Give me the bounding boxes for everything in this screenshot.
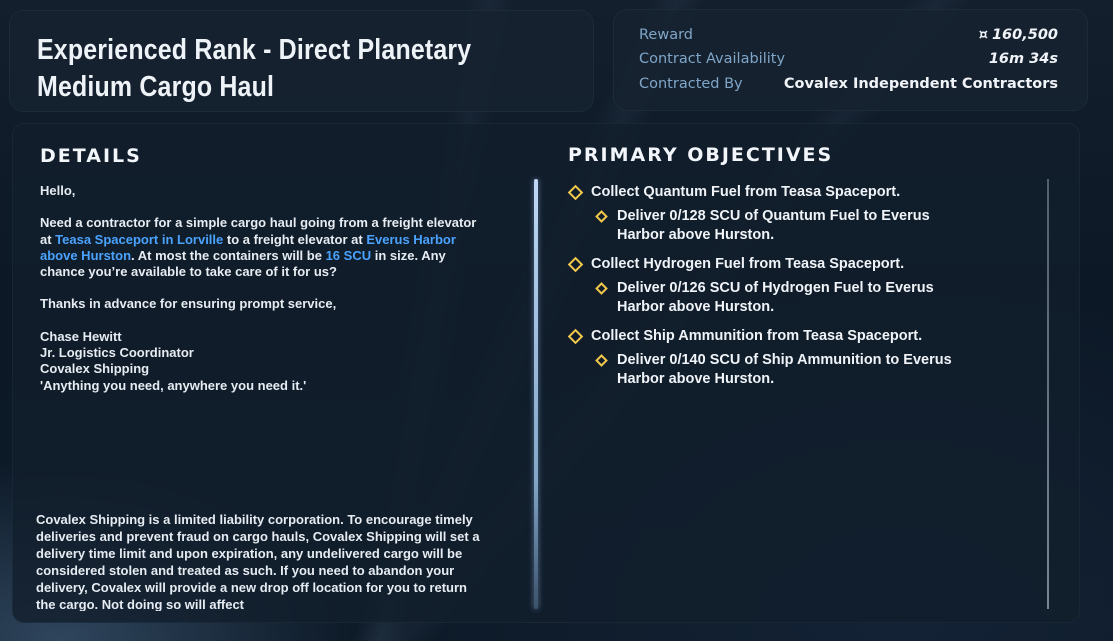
details-disclaimer: Covalex Shipping is a limited liability … [36, 512, 480, 611]
objective-diamond-icon [567, 256, 584, 273]
container-size-link[interactable]: 16 SCU [326, 248, 372, 263]
currency-icon: ¤ [978, 27, 988, 43]
objective-main-text: Collect Ship Ammunition from Teasa Space… [591, 328, 923, 344]
subobjective-diamond-icon [595, 210, 608, 223]
objective-main: Collect Quantum Fuel from Teasa Spacepor… [567, 183, 1038, 202]
objective-main-text: Collect Hydrogen Fuel from Teasa Spacepo… [591, 256, 905, 272]
objective-item: Collect Quantum Fuel from Teasa Spacepor… [567, 183, 1038, 245]
objective-sub: Deliver 0/128 SCU of Quantum Fuel to Eve… [568, 207, 977, 245]
availability-row: Contract Availability 16m 34s [639, 51, 1058, 73]
contracted-by-row: Contracted By Covalex Independent Contra… [639, 76, 1058, 98]
objective-sub: Deliver 0/126 SCU of Hydrogen Fuel to Ev… [568, 279, 977, 317]
details-thanks: Thanks in advance for ensuring prompt se… [40, 296, 337, 312]
objective-sub-text: Deliver 0/140 SCU of Ship Ammunition to … [617, 352, 952, 387]
reward-value-container: ¤ 160,500 [979, 27, 1058, 43]
reward-label: Reward [639, 27, 693, 43]
objective-diamond-icon [567, 184, 584, 201]
contract-info-panel: Reward ¤ 160,500 Contract Availability 16… [613, 9, 1088, 111]
contracted-by-label: Contracted By [639, 76, 743, 92]
objective-diamond-icon [567, 328, 584, 345]
reward-value: 160,500 [991, 27, 1058, 43]
details-greeting: Hello, [40, 183, 76, 198]
objectives-scrollbar[interactable] [1047, 179, 1049, 609]
availability-value: 16m 34s [988, 51, 1058, 67]
details-text-2: to a freight elevator at [223, 231, 367, 247]
objective-item: Collect Ship Ammunition from Teasa Space… [567, 327, 1038, 389]
objective-main: Collect Ship Ammunition from Teasa Space… [567, 327, 1038, 346]
objective-main: Collect Hydrogen Fuel from Teasa Spacepo… [567, 255, 1038, 274]
details-signature: Chase Hewitt Jr. Logistics Coordinator C… [40, 329, 480, 394]
availability-label: Contract Availability [639, 51, 786, 67]
objectives-list: Collect Quantum Fuel from Teasa Spacepor… [567, 183, 1038, 399]
details-heading: DETAILS [40, 145, 142, 167]
signature-company: Covalex Shipping [40, 361, 150, 377]
signature-motto: 'Anything you need, anywhere you need it… [40, 377, 307, 393]
subobjective-diamond-icon [595, 282, 608, 295]
mission-title-panel: Experienced Rank - Direct Planetary Medi… [9, 10, 594, 112]
objective-item: Collect Hydrogen Fuel from Teasa Spacepo… [567, 255, 1038, 317]
mission-title: Experienced Rank - Direct Planetary Medi… [37, 34, 472, 103]
objective-sub: Deliver 0/140 SCU of Ship Ammunition to … [568, 351, 977, 389]
mission-main-panel: DETAILS Hello, Need a contractor for a s… [12, 123, 1080, 623]
signature-name: Chase Hewitt [40, 328, 122, 344]
objective-main-text: Collect Quantum Fuel from Teasa Spacepor… [591, 184, 901, 200]
details-message: Need a contractor for a simple cargo hau… [40, 215, 480, 280]
pickup-location-link[interactable]: Teasa Spaceport in Lorville [55, 232, 223, 247]
details-scrollbar[interactable] [534, 179, 538, 609]
reward-row: Reward ¤ 160,500 [639, 27, 1058, 49]
details-text-3: . At most the containers will be [131, 247, 326, 263]
objectives-heading: PRIMARY OBJECTIVES [568, 144, 834, 166]
contracted-by-value: Covalex Independent Contractors [783, 76, 1058, 92]
objective-sub-text: Deliver 0/126 SCU of Hydrogen Fuel to Ev… [617, 280, 934, 315]
subobjective-diamond-icon [595, 354, 608, 367]
signature-role: Jr. Logistics Coordinator [40, 345, 194, 361]
details-body[interactable]: Hello, Need a contractor for a simple ca… [40, 183, 480, 410]
objective-sub-text: Deliver 0/128 SCU of Quantum Fuel to Eve… [617, 208, 930, 243]
